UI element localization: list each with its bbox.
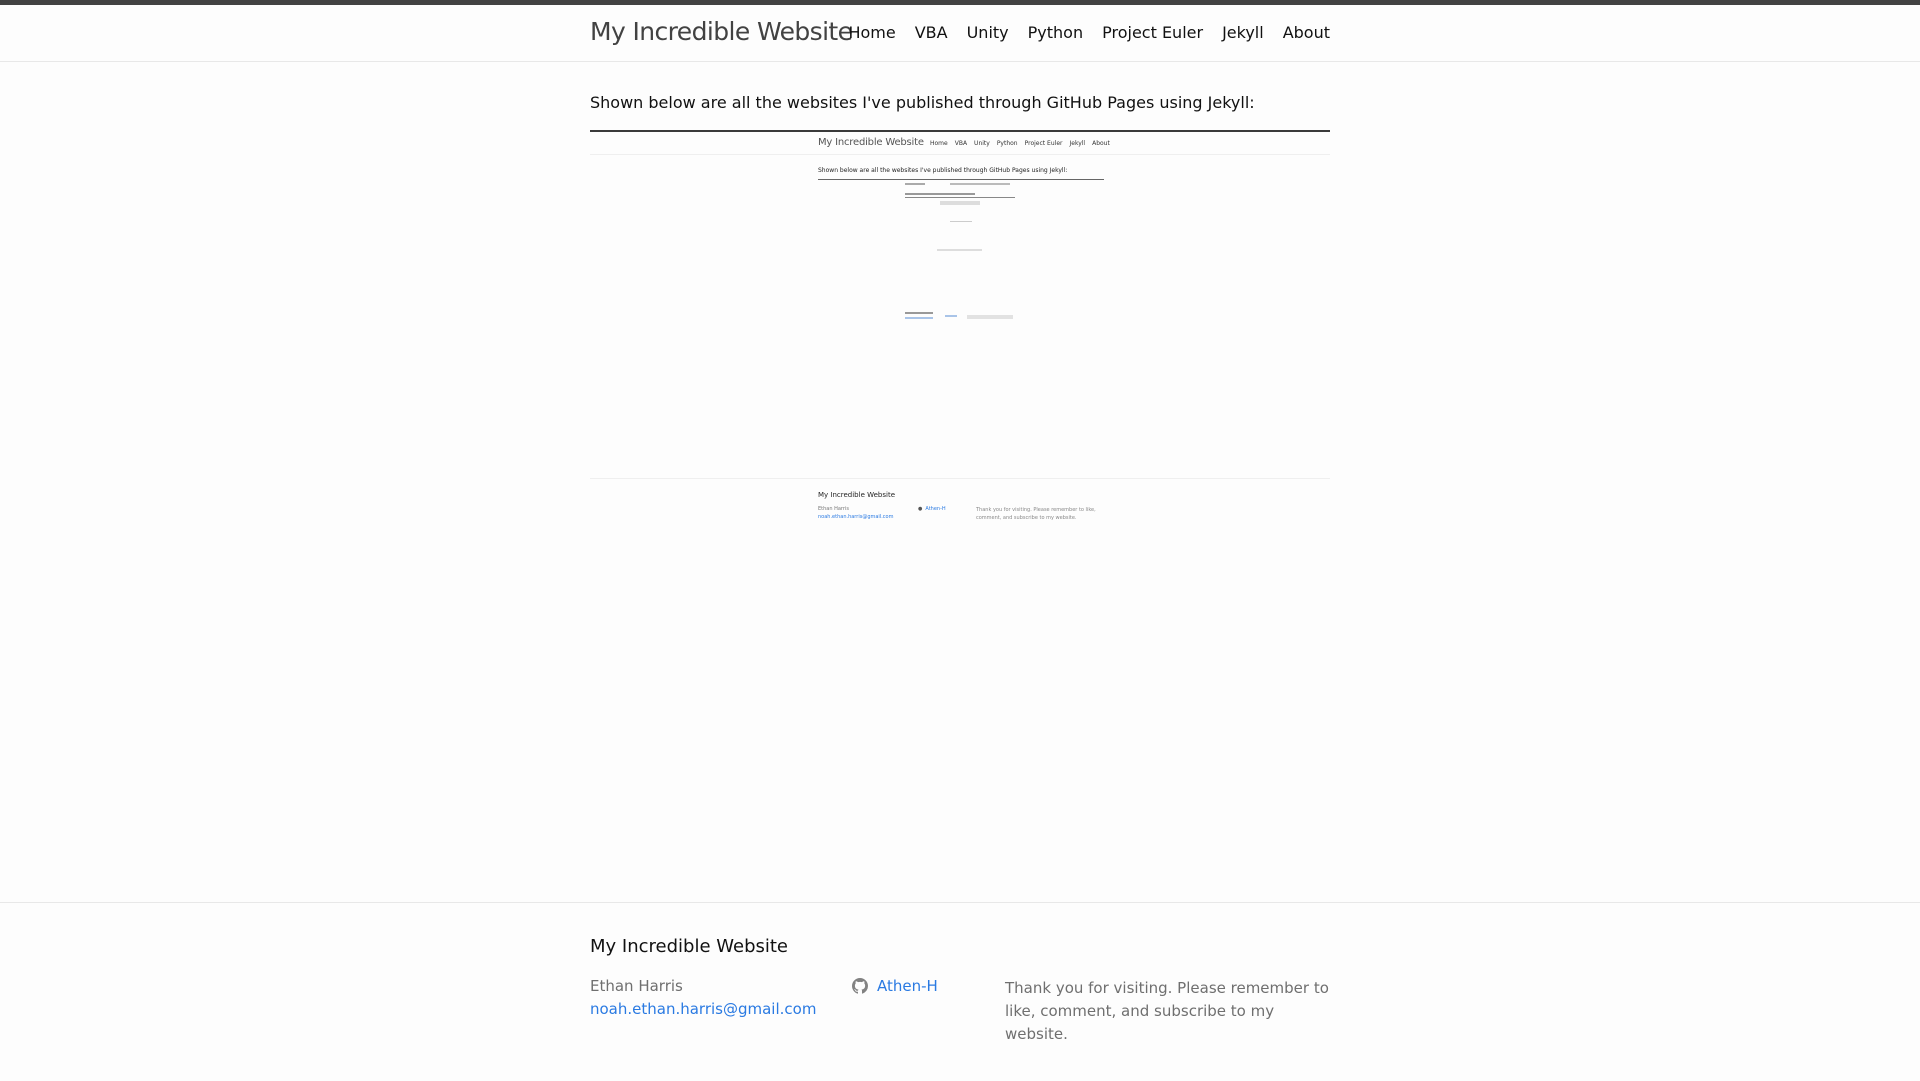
preview-nav-item: About	[1092, 140, 1110, 147]
github-icon: ●	[918, 506, 923, 512]
nested-footer-mark	[945, 315, 957, 317]
preview-nav-item: Python	[996, 140, 1018, 147]
footer-github-link[interactable]: Athen-H	[852, 977, 938, 995]
preview-site-title: My Incredible Website	[818, 137, 924, 148]
footer-email-link[interactable]: noah.ethan.harris@gmail.com	[590, 1000, 816, 1018]
nested-preview-thumbnail	[905, 183, 1015, 323]
preview-footer-message: Thank you for visiting. Please remember …	[976, 507, 1096, 521]
preview-nav-item: Home	[930, 140, 948, 147]
nav-vba[interactable]: VBA	[915, 23, 948, 42]
preview-nav-item: Jekyll	[1069, 140, 1086, 147]
nested-intro-mark	[905, 193, 975, 195]
preview-nav-item: Project Euler	[1024, 140, 1063, 147]
preview-footer-name: Ethan Harris	[818, 506, 849, 512]
nested-content-mark	[940, 201, 980, 205]
footer-message: Thank you for visiting. Please remember …	[1005, 979, 1329, 1043]
main-nav: Home VBA Unity Python Project Euler Jeky…	[848, 23, 1330, 42]
preview-nav-item: Unity	[974, 140, 990, 147]
nested-footer-mark	[967, 315, 1013, 319]
site-header: My Incredible Website Home VBA Unity Pyt…	[0, 5, 1920, 62]
nested-title-mark	[905, 183, 925, 185]
footer-author-name: Ethan Harris	[590, 977, 683, 995]
nav-python[interactable]: Python	[1028, 23, 1083, 42]
nested-divider-mark	[905, 197, 1015, 198]
preview-footer-title: My Incredible Website	[818, 491, 895, 499]
site-title-link[interactable]: My Incredible Website	[590, 17, 853, 46]
preview-footer-email: noah.ethan.harris@gmail.com	[818, 514, 894, 520]
intro-text: Shown below are all the websites I've pu…	[590, 93, 1255, 112]
nav-home[interactable]: Home	[848, 23, 895, 42]
nav-unity[interactable]: Unity	[967, 23, 1009, 42]
nested-content-mark	[950, 221, 972, 222]
github-icon	[852, 978, 868, 994]
preview-intro-text: Shown below are all the websites I've pu…	[818, 167, 1068, 174]
preview-header-divider	[590, 154, 1330, 155]
nav-jekyll[interactable]: Jekyll	[1222, 23, 1264, 42]
preview-footer-divider	[590, 478, 1330, 479]
preview-nav-item: VBA	[954, 140, 968, 147]
preview-intro-divider	[818, 179, 1104, 180]
nested-nav-mark	[950, 183, 1010, 185]
nested-footer-mark	[905, 317, 933, 319]
nested-content-mark	[937, 249, 982, 251]
nav-project-euler[interactable]: Project Euler	[1102, 23, 1203, 42]
footer-github-username: Athen-H	[877, 977, 938, 995]
preview-footer-github-user: Athen-H	[925, 506, 946, 512]
preview-footer-github: ● Athen-H	[918, 506, 946, 512]
intro-divider	[590, 130, 1330, 132]
nav-about[interactable]: About	[1283, 23, 1330, 42]
nested-footer-mark	[905, 312, 933, 314]
footer-heading: My Incredible Website	[590, 936, 788, 957]
website-preview-screenshot[interactable]: My Incredible Website Home VBA Unity Pyt…	[590, 134, 1330, 538]
preview-nav: Home VBA Unity Python Project Euler Jeky…	[930, 140, 1110, 147]
site-footer: My Incredible Website Ethan Harris noah.…	[0, 902, 1920, 1081]
